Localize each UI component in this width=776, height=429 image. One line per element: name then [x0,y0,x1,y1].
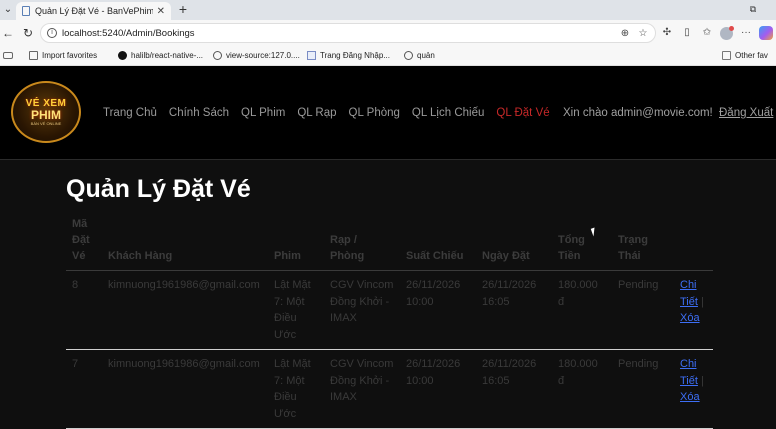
cell-actions: Chi Tiết | Xóa [674,350,713,429]
bookmarks-icon[interactable] [3,52,13,59]
extensions-puzzle-icon[interactable]: ✣ [660,26,674,40]
main-nav: Trang Chủ Chính Sách QL Phim QL Rạp QL P… [103,107,550,119]
col-header-showtime: Suất Chiếu [406,250,464,262]
detail-link[interactable]: Chi Tiết [680,279,698,308]
col-header-cinema-room: Rạp / Phòng [330,234,365,262]
cell-showtime: 26/11/2026 10:00 [406,279,461,308]
col-header-booking-date: Ngày Đặt [482,250,530,262]
cell-status: Pending [618,279,659,291]
favorite-view-source[interactable]: view-source:127.0.... [213,51,300,60]
site-logo[interactable]: VÉ XEM PHIM BÁN VÉ ONLINE [11,81,81,143]
delete-link[interactable]: Xóa [680,391,700,403]
table-row: 7 kimnuong1961986@gmail.com Lật Mặt 7: M… [66,350,713,429]
close-tab-icon[interactable]: ✕ [157,6,165,17]
detail-link[interactable]: Chi Tiết [680,358,698,387]
browser-tab-active[interactable]: Quản Lý Đặt Vé - BanVePhimOnline ✕ [16,2,171,20]
cell-customer: kimnuong1961986@gmail.com [108,358,260,370]
logo-text-top: VÉ XEM [25,97,67,109]
cell-booking-id: 7 [72,358,79,370]
nav-home[interactable]: Trang Chủ [103,107,157,119]
favorite-star-icon[interactable]: ☆ [637,28,649,39]
favorite-label: Trang Đăng Nhập... [320,51,390,60]
cell-booking-date: 26/11/2026 16:05 [482,358,537,387]
address-bar-url[interactable]: localhost:5240/Admin/Bookings [62,28,619,39]
nav-manage-rooms[interactable]: QL Phòng [349,107,400,119]
address-bar[interactable]: i localhost:5240/Admin/Bookings ⊕ ☆ [40,23,656,43]
table-row: 8 kimnuong1961986@gmail.com Lật Mặt 7: M… [66,271,713,350]
col-header-actions [674,216,713,271]
cell-cinema-room: CGV Vincom Đồng Khởi - IMAX [330,279,394,324]
action-separator: | [697,295,704,308]
table-header-row: Mã Đặt Vé Khách Hàng Phim Rạp / Phòng Su… [66,216,713,271]
cell-booking-date: 26/11/2026 16:05 [482,279,537,308]
new-tab-plus-icon[interactable]: + [175,0,191,20]
col-header-booking-id: Mã Đặt Vé [72,218,90,262]
col-header-customer: Khách Hàng [108,250,173,262]
cell-actions: Chi Tiết | Xóa [674,271,713,350]
nav-manage-showtimes[interactable]: QL Lịch Chiếu [412,107,484,119]
logo-text-main: PHIM [31,107,61,122]
favorite-login-page[interactable]: Trang Đăng Nhập... [307,51,390,60]
folder-icon [722,51,731,60]
cell-cinema-room: CGV Vincom Đồng Khởi - IMAX [330,358,394,403]
more-options-icon[interactable]: ··· [739,26,753,40]
cell-total: 180.000 đ [558,358,598,387]
copilot-icon[interactable] [759,26,773,40]
browser-address-row: ← ↻ i localhost:5240/Admin/Bookings ⊕ ☆ … [0,20,776,46]
favorite-github[interactable]: halilb/react-native-... [118,51,203,60]
favorite-label: halilb/react-native-... [131,51,204,60]
favorite-quan[interactable]: quản [404,51,435,60]
col-header-status: Trạng Thái [618,234,648,262]
web-page: VÉ XEM PHIM BÁN VÉ ONLINE Trang Chủ Chín… [0,66,776,429]
favorite-other[interactable]: Other fav [722,51,768,60]
cell-showtime: 26/11/2026 10:00 [406,358,461,387]
cell-movie: Lật Mặt 7: Một Điều Ước [274,358,311,420]
action-separator: | [697,374,704,387]
favorite-label: view-source:127.0.... [226,51,300,60]
site-header: VÉ XEM PHIM BÁN VÉ ONLINE Trang Chủ Chín… [0,66,776,160]
tab-actions-chevron-icon[interactable]: ⌄ [0,0,16,20]
page-title: Quản Lý Đặt Vé [66,175,251,203]
logo-text-sub: BÁN VÉ ONLINE [30,120,62,126]
logout-link[interactable]: Đăng Xuất [719,107,773,119]
delete-link[interactable]: Xóa [680,312,700,324]
col-header-total: Tổng Tiền [558,234,585,262]
favorite-import[interactable]: Import favorites [29,51,97,60]
favorite-label: Other fav [735,51,768,60]
favorite-label: quản [417,51,435,60]
browser-tab-title: Quản Lý Đặt Vé - BanVePhimOnline [35,6,153,16]
nav-policy[interactable]: Chính Sách [169,107,229,119]
site-info-icon[interactable]: i [47,28,57,38]
globe-icon [213,51,222,60]
page-favicon-icon [22,6,30,16]
window-restore-icon[interactable]: ⧉ [746,2,760,16]
github-icon [118,51,127,60]
profile-avatar[interactable] [720,25,734,40]
user-greeting: Xin chào admin@movie.com! [563,107,713,119]
import-icon [29,51,38,60]
nav-manage-movies[interactable]: QL Phim [241,107,285,119]
favorites-collection-icon[interactable]: ✩ [700,26,714,40]
favorites-bar: Import favorites halilb/react-native-...… [0,46,776,66]
favorite-label: Import favorites [42,51,98,60]
cell-movie: Lật Mặt 7: Một Điều Ước [274,279,311,341]
globe-icon [404,51,413,60]
cell-booking-id: 8 [72,279,79,291]
document-icon [307,51,316,60]
split-screen-icon[interactable]: ▯ [680,26,694,40]
browser-tab-strip: ⌄ Quản Lý Đặt Vé - BanVePhimOnline ✕ + ⧉ [0,0,776,20]
cell-customer: kimnuong1961986@gmail.com [108,279,260,291]
refresh-icon[interactable]: ↻ [20,25,36,41]
nav-manage-cinemas[interactable]: QL Rạp [297,107,336,119]
zoom-icon[interactable]: ⊕ [619,28,631,39]
cell-total: 180.000 đ [558,279,598,308]
col-header-movie: Phim [274,250,301,262]
nav-manage-bookings[interactable]: QL Đặt Vé [496,107,549,119]
back-arrow-icon[interactable]: ← [0,25,16,41]
bookings-table: Mã Đặt Vé Khách Hàng Phim Rạp / Phòng Su… [66,216,713,429]
cell-status: Pending [618,358,659,370]
